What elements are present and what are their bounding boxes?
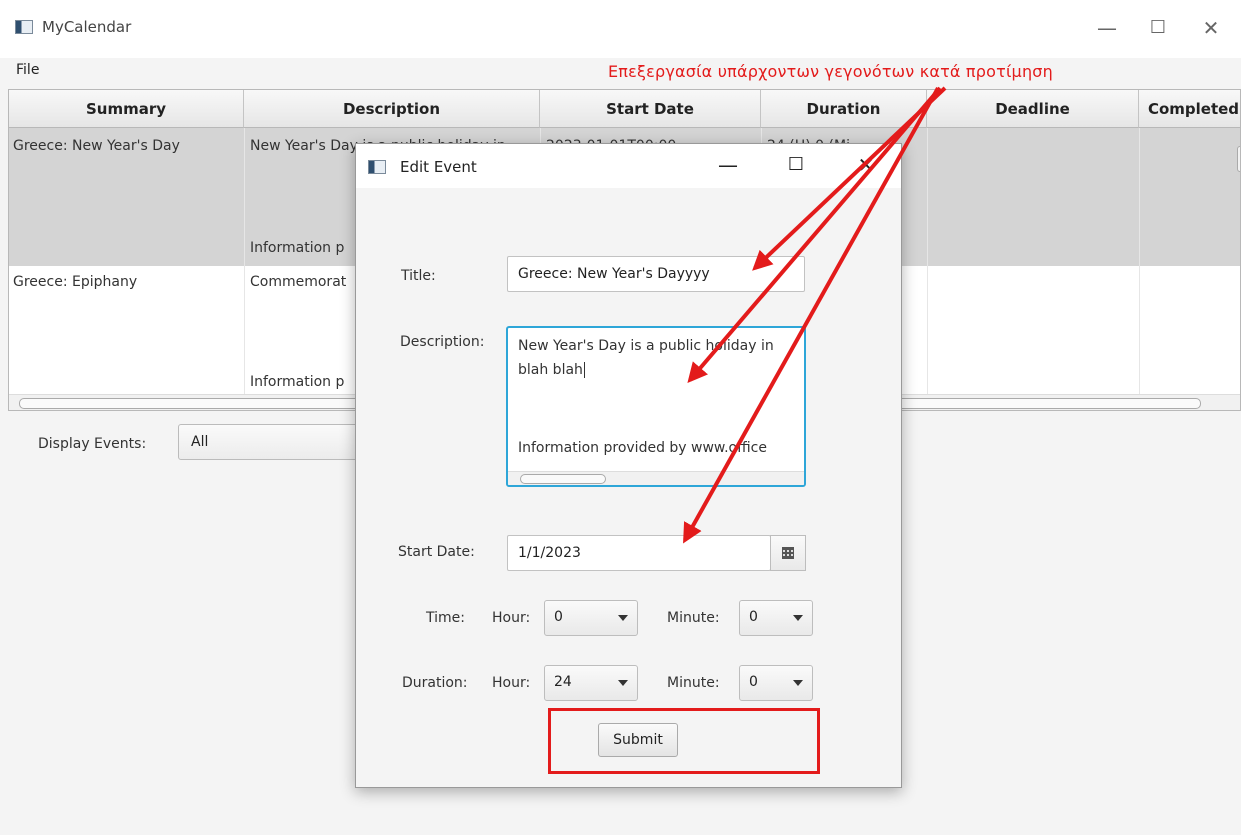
window-title: MyCalendar <box>42 18 132 36</box>
duration-hour-value: 24 <box>554 674 572 690</box>
duration-minute-select[interactable]: 0 <box>739 665 813 701</box>
duration-label: Duration: <box>402 675 468 691</box>
title-input[interactable]: Greece: New Year's Dayyyy <box>507 256 805 292</box>
column-header-deadline[interactable]: Deadline <box>927 90 1139 128</box>
time-minute-label: Minute: <box>667 610 720 626</box>
description-label: Description: <box>400 334 485 350</box>
column-divider <box>244 128 245 394</box>
chevron-down-icon <box>793 680 803 686</box>
cell-summary: Greece: Epiphany <box>13 274 138 290</box>
dialog-maximize-button[interactable]: ☐ <box>784 154 808 178</box>
column-header-description[interactable]: Description <box>244 90 540 128</box>
dialog-title: Edit Event <box>400 158 477 176</box>
time-hour-label: Hour: <box>492 610 531 626</box>
app-icon <box>15 20 33 34</box>
edit-event-dialog: Edit Event — ☐ ✕ Title: Greece: New Year… <box>355 143 902 788</box>
calendar-picker-button[interactable] <box>770 535 806 571</box>
description-line: New Year's Day is a public holiday in <box>518 338 774 354</box>
description-line: Information provided by www.office <box>518 440 767 456</box>
duration-minute-value: 0 <box>749 674 758 690</box>
window-titlebar <box>0 0 1241 58</box>
chevron-down-icon <box>793 615 803 621</box>
description-textarea[interactable]: New Year's Day is a public holiday in bl… <box>506 326 806 487</box>
title-label: Title: <box>401 268 436 284</box>
dialog-close-button[interactable]: ✕ <box>854 154 878 178</box>
cell-summary: Greece: New Year's Day <box>13 138 180 154</box>
dialog-app-icon <box>368 160 386 174</box>
chevron-down-icon <box>618 615 628 621</box>
menu-file[interactable]: File <box>16 62 39 78</box>
time-minute-value: 0 <box>749 609 758 625</box>
start-date-label: Start Date: <box>398 544 475 560</box>
description-hscrollbar[interactable] <box>508 471 804 485</box>
column-header-completed[interactable]: Completed <box>1139 90 1240 128</box>
column-divider <box>927 128 928 394</box>
time-label: Time: <box>426 610 465 626</box>
duration-hour-label: Hour: <box>492 675 531 691</box>
display-events-select[interactable]: All <box>178 424 368 460</box>
minimize-button[interactable]: — <box>1095 18 1119 42</box>
display-events-label: Display Events: <box>38 436 147 452</box>
calendar-icon <box>782 547 794 559</box>
time-minute-select[interactable]: 0 <box>739 600 813 636</box>
time-hour-select[interactable]: 0 <box>544 600 638 636</box>
column-header-start-date[interactable]: Start Date <box>540 90 761 128</box>
duration-minute-label: Minute: <box>667 675 720 691</box>
submit-highlight-box <box>548 708 820 774</box>
annotation-text: Επεξεργασία υπάρχοντων γεγονότων κατά πρ… <box>608 62 1053 81</box>
column-divider <box>1139 128 1140 394</box>
maximize-button[interactable]: ☐ <box>1146 18 1170 42</box>
duration-hour-select[interactable]: 24 <box>544 665 638 701</box>
description-line: blah blah <box>518 362 585 378</box>
vertical-scrollbar-thumb[interactable] <box>1237 146 1240 172</box>
start-date-input[interactable]: 1/1/2023 <box>507 535 771 571</box>
time-hour-value: 0 <box>554 609 563 625</box>
description-hscrollbar-thumb[interactable] <box>520 474 606 484</box>
column-header-summary[interactable]: Summary <box>9 90 244 128</box>
close-button[interactable]: ✕ <box>1199 18 1223 42</box>
column-header-duration[interactable]: Duration <box>761 90 927 128</box>
dialog-minimize-button[interactable]: — <box>716 154 740 178</box>
chevron-down-icon <box>618 680 628 686</box>
